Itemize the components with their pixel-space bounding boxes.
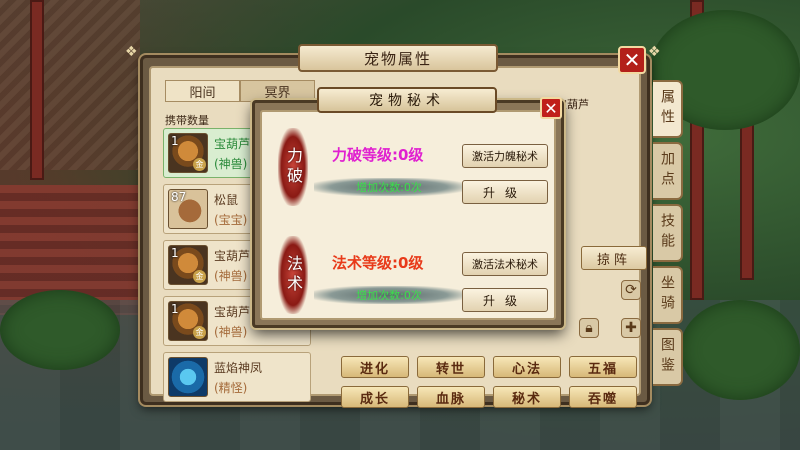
tab-skills[interactable]: 技能 xyxy=(653,204,683,262)
tab-add-points[interactable]: 加点 xyxy=(653,142,683,200)
skill-row-strength: 力破 力破等级:0级 增加次数:0次 激活力魄秘术 升级 xyxy=(262,122,554,212)
dialog-body: 力破 力破等级:0级 增加次数:0次 激活力魄秘术 升级 法术 法术等级:0级 … xyxy=(260,110,556,320)
bloodline-button[interactable]: 血脉 xyxy=(417,386,485,408)
pet-type: (神兽) xyxy=(214,269,248,283)
skill-level-text: 力破等级:0级 xyxy=(332,146,424,164)
refresh-icon[interactable]: ⟳ xyxy=(621,280,641,300)
pet-level: 1 xyxy=(171,302,179,316)
dialog-close-button[interactable]: ✕ xyxy=(540,97,562,119)
skill-level-text: 法术等级:0级 xyxy=(332,254,424,272)
tab-underworld[interactable]: 冥界 xyxy=(240,80,315,102)
scene-pillar xyxy=(30,0,44,180)
add-icon[interactable]: ✚ xyxy=(621,318,641,338)
evolve-button[interactable]: 进化 xyxy=(341,356,409,378)
pet-level: 1 xyxy=(171,134,179,148)
pet-grade-badge: 金 xyxy=(193,158,206,171)
ornament-icon: ❖ xyxy=(125,44,138,60)
scene-bush xyxy=(0,290,120,370)
realm-tabs: 阳间 冥界 xyxy=(165,80,315,102)
pet-avatar: 1 金 xyxy=(168,133,208,173)
formation-button[interactable]: 掠阵 xyxy=(581,246,647,270)
scene-bush xyxy=(680,300,800,400)
tab-yang-world[interactable]: 阳间 xyxy=(165,80,240,102)
pet-level: 87 xyxy=(171,190,187,204)
lock-icon[interactable]: 🔒︎ xyxy=(579,318,599,338)
tab-mount[interactable]: 坐骑 xyxy=(653,266,683,324)
pet-grade-badge: 金 xyxy=(193,326,206,339)
carry-count-label: 携带数量 xyxy=(165,114,209,127)
pet-type: (神兽) xyxy=(214,325,248,339)
pet-name: 宝葫芦 xyxy=(214,305,251,319)
pet-name: 松鼠 xyxy=(214,193,239,207)
upgrade-magic-button[interactable]: 升级 xyxy=(462,288,548,312)
five-blessings-button[interactable]: 五福 xyxy=(569,356,637,378)
pet-avatar: 87 xyxy=(168,189,208,229)
pet-type: (神兽) xyxy=(214,157,248,171)
activate-strength-art-button[interactable]: 激活力魄秘术 xyxy=(462,144,548,168)
dialog-title: 宠物秘术 xyxy=(317,87,497,113)
pet-level: 1 xyxy=(171,246,179,260)
skill-row-magic: 法术 法术等级:0级 增加次数:0次 激活法术秘术 升级 xyxy=(262,230,554,320)
list-item[interactable]: 蓝焰神凤 (精怪) xyxy=(163,352,311,402)
pet-grade-badge: 金 xyxy=(193,270,206,283)
pet-name: 蓝焰神凤 xyxy=(214,361,263,375)
skill-add-count: 增加次数:0次 xyxy=(314,286,464,304)
growth-button[interactable]: 成长 xyxy=(341,386,409,408)
tab-codex[interactable]: 图鉴 xyxy=(653,328,683,386)
skill-emblem: 法术 xyxy=(278,236,308,314)
skill-emblem: 力破 xyxy=(278,128,308,206)
pet-actions: 进化 转世 心法 五福 成长 血脉 秘术 吞噬 xyxy=(341,356,641,408)
ornament-icon: ❖ xyxy=(648,44,661,60)
pet-avatar: 1 金 xyxy=(168,245,208,285)
mind-method-button[interactable]: 心法 xyxy=(493,356,561,378)
pet-avatar xyxy=(168,357,208,397)
panel-close-button[interactable]: ✕ xyxy=(618,46,646,74)
side-tabs: 属性 加点 技能 坐骑 图鉴 xyxy=(653,80,683,390)
tab-attributes[interactable]: 属性 xyxy=(653,80,683,138)
scene-roof xyxy=(0,0,140,170)
pet-type: (宝宝) xyxy=(214,213,248,227)
panel-title: 宠物属性 xyxy=(298,44,498,72)
reincarnate-button[interactable]: 转世 xyxy=(417,356,485,378)
upgrade-strength-button[interactable]: 升级 xyxy=(462,180,548,204)
pet-avatar: 1 金 xyxy=(168,301,208,341)
secret-art-button[interactable]: 秘术 xyxy=(493,386,561,408)
pet-type: (精怪) xyxy=(214,381,248,395)
pet-secret-arts-dialog: 宠物秘术 ✕ 力破 力破等级:0级 增加次数:0次 激活力魄秘术 升级 法术 法… xyxy=(252,87,564,328)
pet-name: 宝葫芦 xyxy=(214,249,251,263)
skill-add-count: 增加次数:0次 xyxy=(314,178,464,196)
devour-button[interactable]: 吞噬 xyxy=(569,386,637,408)
pet-name: 宝葫芦 xyxy=(214,137,251,151)
activate-magic-art-button[interactable]: 激活法术秘术 xyxy=(462,252,548,276)
